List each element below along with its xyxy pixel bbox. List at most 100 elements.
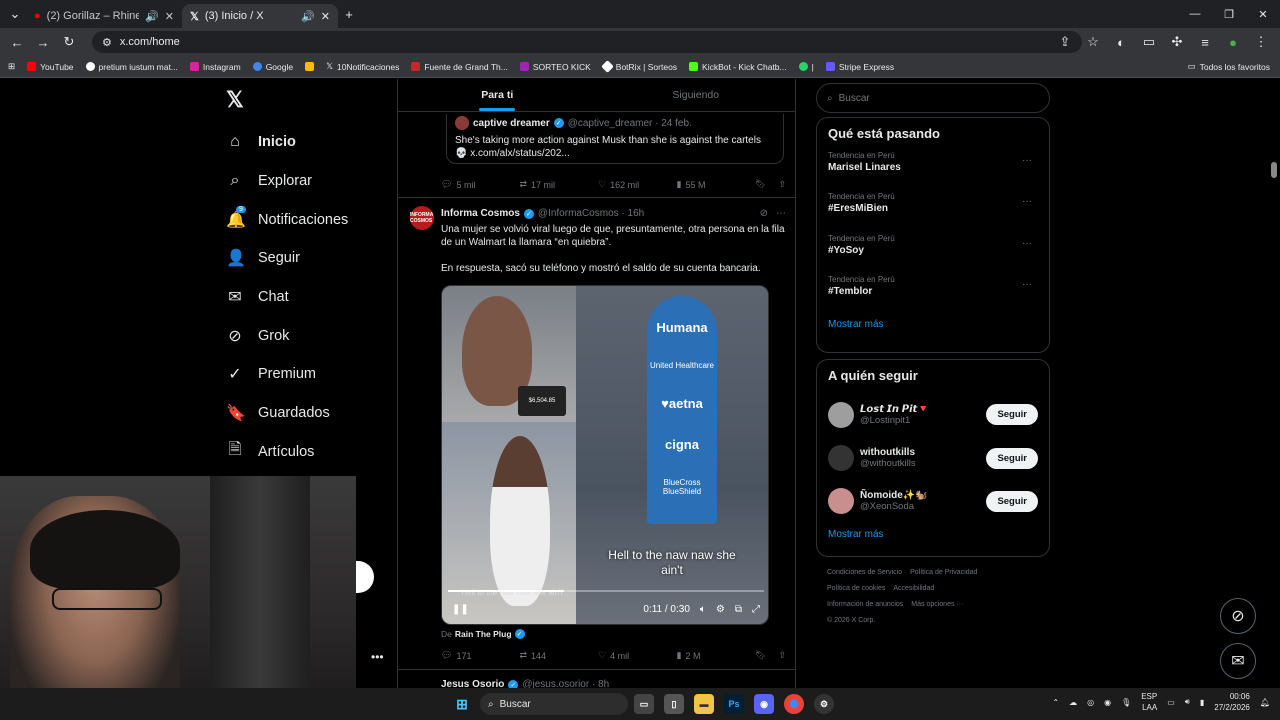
more-options-icon[interactable]: •••	[371, 650, 384, 664]
chevron-up-icon[interactable]: ⌃	[1052, 698, 1059, 707]
quoted-post[interactable]: captive dreamer ✓ @captive_dreamer · 24 …	[446, 114, 784, 164]
bookmark-whatsapp[interactable]: |	[798, 62, 814, 72]
reload-icon[interactable]: ↻	[58, 31, 80, 53]
follow-suggestion[interactable]: Ñomoide✨🐿️ @XeonSoda Seguir	[828, 480, 1038, 523]
grok-icon[interactable]: ⊘	[760, 208, 768, 219]
monitor-icon[interactable]: ▭	[1167, 698, 1175, 707]
new-tab-icon[interactable]: +	[338, 3, 360, 25]
more-icon[interactable]: ···	[1022, 155, 1032, 166]
nav-item-explorar[interactable]: ⌕ Explorar	[226, 162, 348, 201]
avatar[interactable]: INFORMA COSMOS	[410, 206, 434, 230]
footer-link[interactable]: Política de Privacidad	[910, 569, 977, 576]
star-icon[interactable]: ☆	[1082, 31, 1104, 53]
menu-icon[interactable]: ⋮	[1250, 31, 1272, 53]
quote-author-handle[interactable]: @captive_dreamer · 24 feb.	[568, 118, 692, 129]
nav-item-premium[interactable]: ✓ Premium	[226, 355, 348, 394]
profile-avatar[interactable]: ●	[1222, 31, 1244, 53]
footer-link[interactable]: Condiciones de Servicio	[827, 569, 902, 576]
trend-item[interactable]: Tendencia en Perú #YoSoy ···	[828, 234, 1038, 275]
nav-item-chat[interactable]: ✉ Chat	[226, 278, 348, 317]
restore-icon[interactable]: ❐	[1212, 0, 1246, 28]
video-player[interactable]: $6,504.85 Humana United Healthcare ♥aetn…	[441, 285, 769, 625]
volume-icon[interactable]: 🔈︎	[700, 604, 706, 615]
footer-link[interactable]: Más opciones ···	[911, 601, 963, 608]
notifications-icon[interactable]: 🔔︎	[1260, 698, 1270, 707]
follow-button[interactable]: Seguir	[986, 490, 1038, 512]
like-button[interactable]: ♡ 4 mil	[598, 650, 677, 661]
windows-start-icon[interactable]: ⊞	[452, 694, 472, 714]
all-bookmarks[interactable]: ▭ Todos los favoritos	[1188, 61, 1270, 72]
pause-icon[interactable]: ❚❚	[452, 604, 469, 615]
bookmark-sorteo-kick[interactable]: SORTEO KICK	[519, 62, 591, 72]
bookmark-icon[interactable]: 🔖︎	[755, 179, 766, 190]
trend-item[interactable]: Tendencia en Perú Marisel Linares ···	[828, 151, 1038, 192]
cloud-icon[interactable]: ☁	[1069, 698, 1077, 707]
footer-link[interactable]: Política de cookies	[827, 585, 885, 592]
reply-button[interactable]: 💬︎ 171	[441, 650, 520, 661]
apps-icon[interactable]: ⊞	[8, 61, 15, 72]
grok-fab-button[interactable]: ⊘	[1220, 598, 1256, 634]
close-icon[interactable]: ✕	[321, 10, 330, 23]
close-icon[interactable]: ✕	[165, 10, 174, 23]
repost-button[interactable]: ⇄ 144	[520, 650, 599, 661]
avatar[interactable]	[828, 401, 854, 428]
show-more-trends-link[interactable]: Mostrar más	[828, 319, 1038, 330]
more-icon[interactable]: ···	[1022, 279, 1032, 290]
language-indicator[interactable]: ESP LAA	[1141, 691, 1157, 713]
bookmark-botrix[interactable]: BotRix | Sorteos	[600, 60, 677, 73]
footer-link[interactable]: Accesibilidad	[893, 585, 934, 592]
bookmark-grand-theft[interactable]: Fuente de Grand Th...	[411, 62, 508, 72]
app-icon[interactable]: ⚙	[814, 694, 834, 714]
more-icon[interactable]: ···	[1022, 238, 1032, 249]
photoshop-icon[interactable]: Ps	[724, 694, 744, 714]
like-button[interactable]: ♡ 162 mil	[598, 179, 677, 190]
trend-item[interactable]: Tendencia en Perú #EresMiBien ···	[828, 192, 1038, 233]
pip-icon[interactable]: ⧉	[735, 604, 742, 615]
address-bar[interactable]: ⚙ x.com/home	[92, 31, 1082, 53]
puzzle-icon[interactable]: ✣	[1166, 31, 1188, 53]
follow-button[interactable]: Seguir	[986, 404, 1038, 426]
views-button[interactable]: ▮ 2 M	[677, 650, 756, 661]
tab-siguiendo[interactable]: Siguiendo	[597, 79, 796, 111]
bookmark-pretium[interactable]: pretium iustum mat...	[85, 62, 178, 72]
media-icon[interactable]: ≡	[1194, 31, 1216, 53]
site-info-icon[interactable]: ⚙	[102, 36, 112, 49]
trend-item[interactable]: Tendencia en Perú #Temblor ···	[828, 275, 1038, 316]
forward-icon[interactable]: →	[32, 31, 54, 53]
post-author-name[interactable]: Informa Cosmos	[441, 208, 520, 219]
nav-item-notificaciones[interactable]: 🔔 9 Notificaciones	[226, 200, 348, 239]
bookmark-pinwheel[interactable]	[305, 62, 315, 71]
mic-icon[interactable]: 🎙︎	[1121, 698, 1131, 707]
settings-icon[interactable]: ⚙	[716, 604, 725, 615]
follow-suggestion[interactable]: withoutkills @withoutkills Seguir	[828, 436, 1038, 479]
battery-icon[interactable]: ▮	[1200, 698, 1204, 707]
messages-fab-button[interactable]: ✉	[1220, 643, 1256, 679]
more-icon[interactable]: ···	[1022, 196, 1032, 207]
nav-item-guardados[interactable]: 🔖 Guardados	[226, 394, 348, 433]
chrome-icon[interactable]	[784, 694, 804, 714]
bookmark-icon[interactable]: 🔖︎	[755, 650, 766, 661]
file-explorer-icon[interactable]: ▬	[694, 694, 714, 714]
post-author-name[interactable]: Jesus Osorio	[441, 679, 504, 688]
x-logo-icon[interactable]: 𝕏	[226, 87, 244, 113]
page-scrollbar[interactable]	[1271, 82, 1277, 682]
extension-icon[interactable]: ▭	[1138, 31, 1160, 53]
scrollbar-thumb[interactable]	[1271, 162, 1277, 178]
avatar[interactable]	[828, 445, 854, 472]
back-icon[interactable]: ←	[6, 31, 28, 53]
bookmark-youtube[interactable]: YouTube	[27, 62, 74, 72]
show-more-follows-link[interactable]: Mostrar más	[828, 529, 1038, 540]
speaker-icon[interactable]: 🔊	[301, 10, 315, 23]
extension-icon[interactable]: ◐	[1110, 31, 1132, 53]
fullscreen-icon[interactable]: ⤢	[752, 604, 760, 615]
avatar[interactable]	[455, 116, 469, 130]
notepad-icon[interactable]: ▯	[664, 694, 684, 714]
taskbar-search[interactable]: ⌕ Buscar	[480, 693, 628, 715]
reply-button[interactable]: 💬︎ 5 mil	[441, 179, 520, 190]
nav-item-grok[interactable]: ⊘ Grok	[226, 316, 348, 355]
follow-suggestion[interactable]: 𝙇𝙤𝙨𝙩 𝙄𝙣 𝙋𝙞𝙩🔻 @Lostinpit1 Seguir	[828, 393, 1038, 436]
share-icon[interactable]: ⇧	[778, 650, 786, 661]
bookmark-kickbot[interactable]: KickBot - Kick Chatb...	[689, 62, 787, 72]
post-author-handle[interactable]: @jesus.osorior · 8h	[522, 679, 609, 688]
minimize-icon[interactable]: —	[1178, 0, 1212, 28]
